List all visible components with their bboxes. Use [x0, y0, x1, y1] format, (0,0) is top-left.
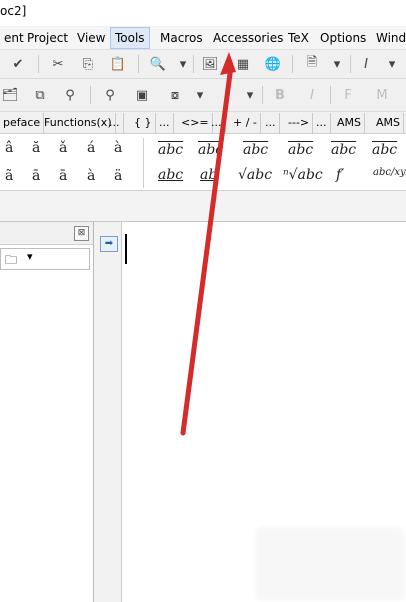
annotation-arrow [180, 52, 236, 436]
arrow-shaft [180, 63, 234, 436]
